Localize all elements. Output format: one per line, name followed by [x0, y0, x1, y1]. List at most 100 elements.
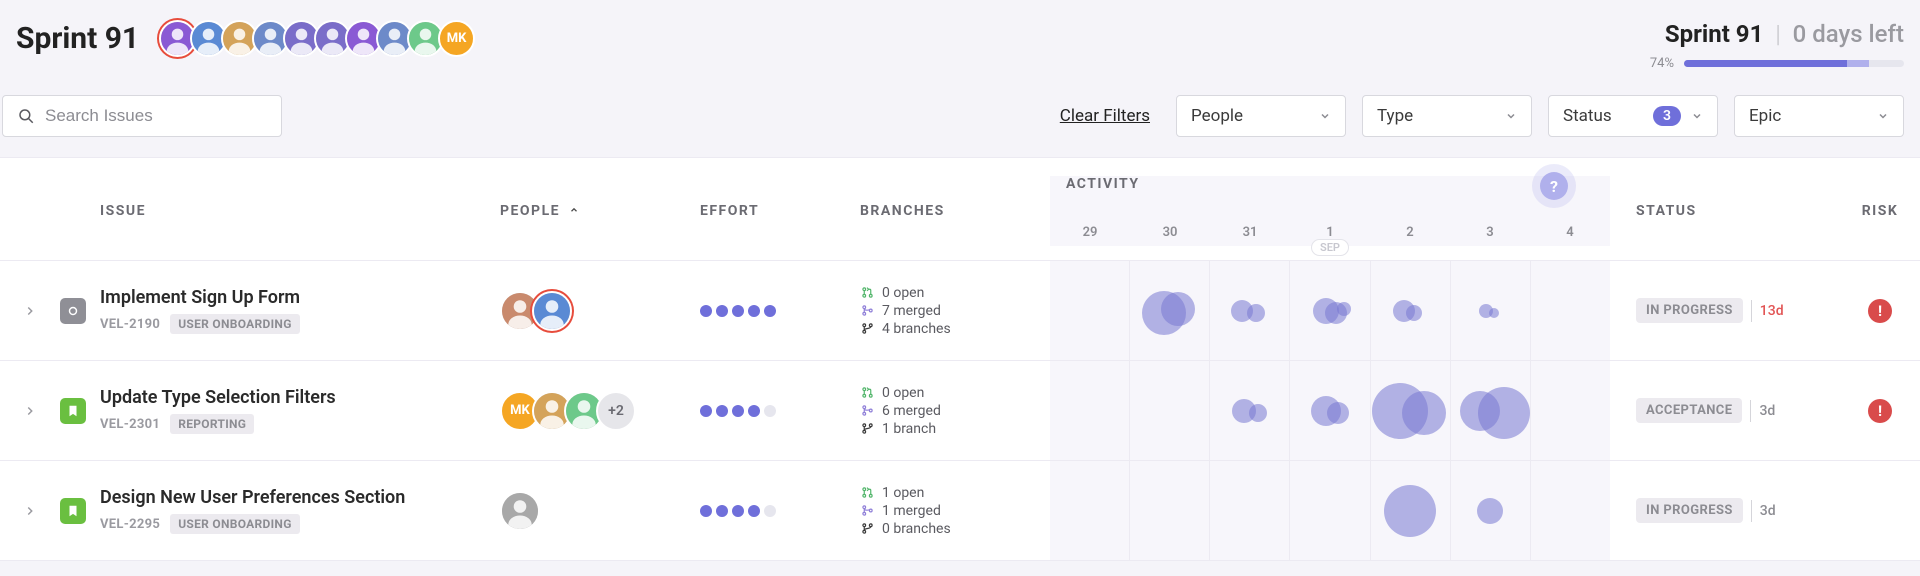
- chevron-down-icon: [1877, 110, 1889, 122]
- sprint-status-name: Sprint 91: [1665, 20, 1764, 48]
- filter-type[interactable]: Type: [1362, 95, 1532, 137]
- branches-open: 0 open: [882, 385, 924, 401]
- issue-id[interactable]: VEL-2301: [100, 417, 160, 432]
- status-days: 3d: [1760, 503, 1776, 519]
- issue-title[interactable]: Implement Sign Up Form: [100, 287, 500, 308]
- activity-bubble: [1337, 302, 1351, 316]
- issue-epic-tag[interactable]: USER ONBOARDING: [170, 314, 299, 334]
- avatar[interactable]: MK: [438, 20, 475, 57]
- progress-bar: [1684, 60, 1904, 67]
- search-input[interactable]: [45, 106, 267, 126]
- activity-day: [1289, 261, 1369, 360]
- issue-id[interactable]: VEL-2295: [100, 517, 160, 532]
- help-icon[interactable]: ?: [1540, 172, 1568, 200]
- issue-title[interactable]: Design New User Preferences Section: [100, 487, 500, 508]
- activity-day: [1050, 261, 1129, 360]
- issue-meta: VEL-2190 USER ONBOARDING: [100, 314, 500, 334]
- effort-dot: [748, 405, 760, 417]
- filter-epic[interactable]: Epic: [1734, 95, 1904, 137]
- branches-count: 4 branches: [882, 321, 951, 337]
- people-more[interactable]: +2: [596, 391, 636, 431]
- effort-dot: [716, 505, 728, 517]
- story-icon: [60, 498, 86, 524]
- risk-icon[interactable]: !: [1868, 399, 1892, 423]
- progress-fill-primary: [1684, 60, 1847, 67]
- risk-cell: !: [1840, 299, 1920, 323]
- col-people[interactable]: PEOPLE: [500, 203, 700, 219]
- clear-filters-link[interactable]: Clear Filters: [1060, 106, 1150, 126]
- activity-date: 29: [1050, 225, 1130, 240]
- effort-dot: [732, 305, 744, 317]
- activity-cell: [1050, 261, 1610, 360]
- col-risk[interactable]: RISK: [1840, 203, 1920, 219]
- activity-day: [1370, 261, 1450, 360]
- col-people-label: PEOPLE: [500, 203, 560, 219]
- people-cell: [500, 291, 700, 331]
- filter-status-count: 3: [1653, 106, 1681, 126]
- search-icon: [17, 107, 35, 125]
- activity-day: [1209, 461, 1289, 560]
- activity-bubble: [1327, 402, 1349, 424]
- filter-status[interactable]: Status 3: [1548, 95, 1718, 137]
- activity-day: [1209, 261, 1289, 360]
- col-branches[interactable]: BRANCHES: [860, 203, 1050, 219]
- page-header: Sprint 91 MK Sprint 91 | 0 days left 74%: [0, 0, 1920, 91]
- issue-title[interactable]: Update Type Selection Filters: [100, 387, 500, 408]
- issue-row: Update Type Selection Filters VEL-2301 R…: [0, 361, 1920, 461]
- chevron-down-icon: [1691, 110, 1703, 122]
- effort-dot: [764, 405, 776, 417]
- activity-day: [1050, 361, 1129, 460]
- expand-button[interactable]: [0, 404, 60, 418]
- activity-day: [1450, 261, 1530, 360]
- branches-count: 1 branch: [882, 421, 936, 437]
- filter-status-label: Status: [1563, 106, 1612, 126]
- branches-cell: 1 open 1 merged 0 branches: [860, 483, 1050, 539]
- avatar[interactable]: [500, 491, 540, 531]
- activity-date: 30: [1130, 225, 1210, 240]
- chevron-down-icon: [1319, 110, 1331, 122]
- activity-date: 1SEP: [1290, 225, 1370, 240]
- effort-cell: [700, 305, 860, 317]
- status-badge[interactable]: IN PROGRESS: [1636, 498, 1743, 523]
- sprint-title: Sprint 91: [16, 21, 139, 56]
- activity-day: [1530, 261, 1610, 360]
- branches-count: 0 branches: [882, 521, 951, 537]
- activity-cell: [1050, 461, 1610, 560]
- effort-dot: [732, 405, 744, 417]
- issue-epic-tag[interactable]: REPORTING: [170, 414, 254, 434]
- branches-merged: 7 merged: [882, 303, 941, 319]
- activity-date: 31: [1210, 225, 1290, 240]
- issues-table: ISSUE PEOPLE EFFORT BRANCHES ACTIVITY ? …: [0, 157, 1920, 561]
- activity-day: [1129, 261, 1209, 360]
- col-effort[interactable]: EFFORT: [700, 203, 860, 219]
- col-activity-label: ACTIVITY: [1066, 176, 1140, 192]
- activity-month-label: SEP: [1311, 239, 1349, 256]
- status-cell: ACCEPTANCE 3d: [1610, 398, 1840, 423]
- progress-fill-secondary: [1847, 60, 1869, 67]
- expand-button[interactable]: [0, 504, 60, 518]
- search-box[interactable]: [2, 95, 282, 137]
- status-badge[interactable]: IN PROGRESS: [1636, 298, 1743, 323]
- effort-dot: [716, 405, 728, 417]
- effort-dot: [716, 305, 728, 317]
- issue-epic-tag[interactable]: USER ONBOARDING: [170, 514, 299, 534]
- branches-cell: 0 open 7 merged 4 branches: [860, 283, 1050, 339]
- sprint-status: Sprint 91 | 0 days left: [1650, 20, 1904, 48]
- effort-dot: [748, 505, 760, 517]
- status-badge[interactable]: ACCEPTANCE: [1636, 398, 1742, 423]
- col-issue[interactable]: ISSUE: [100, 203, 500, 219]
- issue-id[interactable]: VEL-2190: [100, 317, 160, 332]
- filter-people[interactable]: People: [1176, 95, 1346, 137]
- risk-icon[interactable]: !: [1868, 299, 1892, 323]
- activity-date: 3: [1450, 225, 1530, 240]
- avatar[interactable]: [532, 291, 572, 331]
- divider: |: [1775, 20, 1780, 48]
- col-status[interactable]: STATUS: [1610, 203, 1840, 219]
- expand-button[interactable]: [0, 304, 60, 318]
- activity-day: [1530, 461, 1610, 560]
- pr-merged-icon: [860, 404, 874, 417]
- branches-cell: 0 open 6 merged 1 branch: [860, 383, 1050, 439]
- divider: [1751, 500, 1752, 522]
- effort-dot: [764, 505, 776, 517]
- issue-row: Implement Sign Up Form VEL-2190 USER ONB…: [0, 261, 1920, 361]
